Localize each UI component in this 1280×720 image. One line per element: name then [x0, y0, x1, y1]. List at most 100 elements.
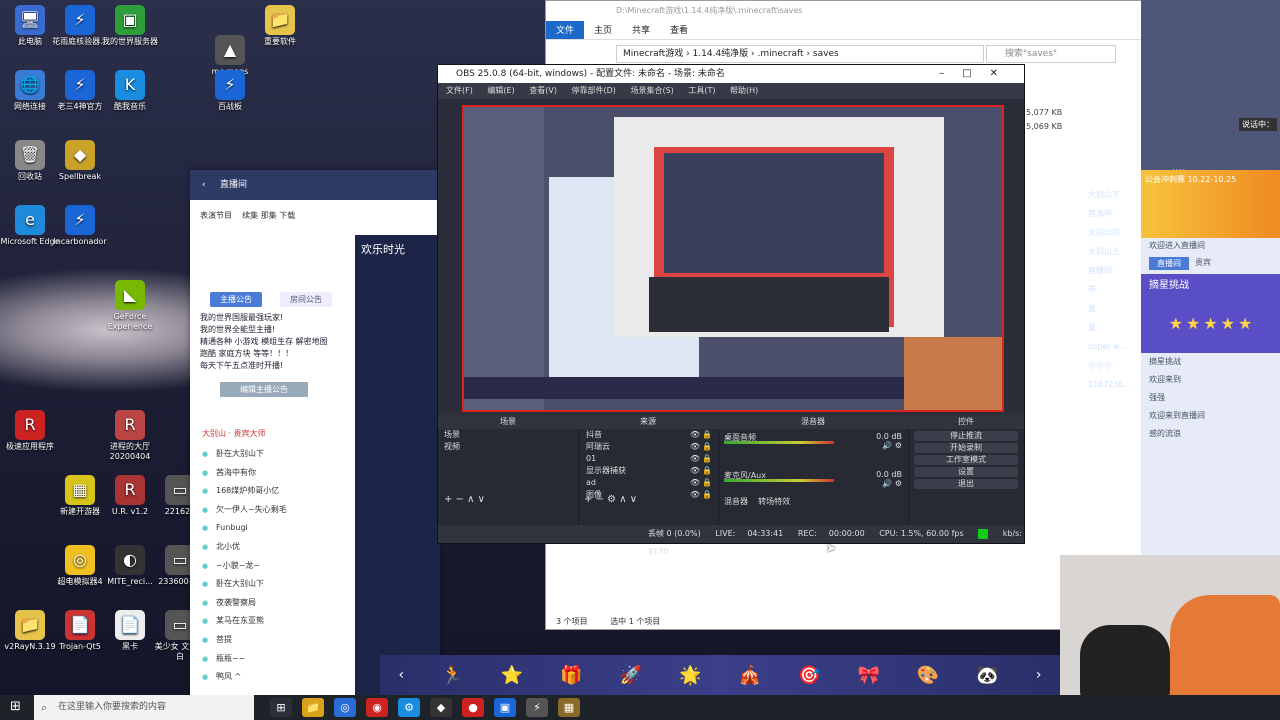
- stop-stream-button[interactable]: 停止推流: [914, 431, 1018, 441]
- menu-tools[interactable]: 工具(T): [688, 86, 715, 95]
- list-item[interactable]: Funbugi: [202, 519, 352, 538]
- game-item-icon[interactable]: 🏃: [441, 665, 463, 686]
- list-item[interactable]: 菩提: [202, 631, 352, 650]
- eye-icon[interactable]: 👁: [690, 429, 700, 441]
- game-item-icon[interactable]: 🎨: [917, 665, 939, 686]
- source-toolbar[interactable]: + − ⚙ ∧ ∨: [584, 494, 637, 505]
- lock-icon[interactable]: 🔒: [702, 477, 712, 489]
- desktop-icon[interactable]: ▣ 我的世界服务器: [100, 5, 160, 47]
- eye-icon[interactable]: 👁: [690, 465, 700, 477]
- source-item[interactable]: 抖音 👁 🔒: [578, 429, 718, 441]
- tab-mixer[interactable]: 混音器: [724, 497, 748, 506]
- scene-item[interactable]: 场景: [438, 429, 578, 441]
- list-item[interactable]: 鸭风 ^: [202, 668, 352, 687]
- list-item[interactable]: 卧在大别山下: [202, 445, 352, 464]
- address-bar[interactable]: Minecraft游戏 › 1.14.4纯净版 › .minecraft › s…: [616, 45, 984, 63]
- game-item-icon[interactable]: 🚀: [620, 665, 642, 686]
- list-item[interactable]: 卧在大别山下: [202, 575, 352, 594]
- game-item-icon[interactable]: 🐼: [976, 665, 998, 686]
- list-item[interactable]: 茜海中有你: [202, 464, 352, 483]
- tab-file[interactable]: 文件: [546, 21, 585, 39]
- lock-icon[interactable]: 🔒: [702, 453, 712, 465]
- tab-live-room[interactable]: 直播间: [1149, 257, 1189, 270]
- breadcrumb-2[interactable]: 1.14.4纯净版: [693, 49, 749, 59]
- lock-icon[interactable]: 🔒: [702, 489, 712, 501]
- taskbar-app-icon[interactable]: ●: [462, 698, 484, 717]
- chevron-left-icon[interactable]: ‹: [399, 667, 405, 683]
- eye-icon[interactable]: 👁: [690, 441, 700, 453]
- lock-icon[interactable]: 🔒: [702, 441, 712, 453]
- chevron-right-icon[interactable]: ›: [1036, 667, 1042, 683]
- source-item[interactable]: ad 👁 🔒: [578, 477, 718, 489]
- list-item[interactable]: 北小优: [202, 538, 352, 557]
- lock-icon[interactable]: 🔒: [702, 465, 712, 477]
- lock-icon[interactable]: 🔒: [702, 429, 712, 441]
- taskbar-app-icon[interactable]: ▣: [494, 698, 516, 717]
- game-item-icon[interactable]: 🎁: [560, 665, 582, 686]
- tab-download[interactable]: 续集 那集 下载: [242, 211, 295, 220]
- taskbar-search[interactable]: ⌕ 在这里输入你要搜索的内容: [34, 695, 254, 720]
- desktop-icon[interactable]: ⚡ Incarbonador: [50, 205, 110, 247]
- menu-help[interactable]: 帮助(H): [730, 86, 758, 95]
- scene-toolbar[interactable]: + − ∧ ∨: [444, 494, 485, 505]
- desktop-icon[interactable]: R 进程的大厅 20200404: [100, 410, 160, 462]
- tab-show[interactable]: 表演节目: [200, 211, 232, 220]
- breadcrumb-1[interactable]: Minecraft游戏: [623, 49, 683, 59]
- game-item-icon[interactable]: ⭐: [501, 665, 523, 686]
- obs-window[interactable]: OBS 25.0.8 (64-bit, windows) - 配置文件: 未命名…: [437, 64, 1025, 556]
- taskbar-app-icon[interactable]: ⊞: [270, 698, 292, 717]
- tab-vip[interactable]: 贵宾: [1195, 257, 1211, 270]
- menu-scene-collection[interactable]: 场景集合(S): [630, 86, 673, 95]
- eye-icon[interactable]: 👁: [690, 453, 700, 465]
- desktop-icon[interactable]: ◣ GeForce Experience: [100, 280, 160, 332]
- live-chat-window[interactable]: ‹ 直播间 表演节目 续集 那集 下载 主播公告 房间公告 我的世界国服最强玩家…: [190, 170, 440, 695]
- taskbar-app-icon[interactable]: ⚙: [398, 698, 420, 717]
- taskbar-app-icon[interactable]: ⚡: [526, 698, 548, 717]
- desktop-icon[interactable]: ◆ Spellbreak: [50, 140, 110, 182]
- game-item-icon[interactable]: 🎀: [857, 665, 879, 686]
- start-recording-button[interactable]: 开始录制: [914, 443, 1018, 453]
- exit-button[interactable]: 退出: [914, 479, 1018, 489]
- gear-icon[interactable]: 🔊 ⚙: [882, 441, 902, 450]
- game-item-icon[interactable]: 🎯: [798, 665, 820, 686]
- scene-item[interactable]: 视频: [438, 441, 578, 453]
- taskbar-app-icon[interactable]: 📁: [302, 698, 324, 717]
- search-field[interactable]: 搜索"saves": [986, 45, 1116, 63]
- list-item[interactable]: 168煤炉帅哥小亿: [202, 482, 352, 501]
- eye-icon[interactable]: 👁: [690, 477, 700, 489]
- menu-edit[interactable]: 编辑(E): [487, 86, 514, 95]
- eye-icon[interactable]: 👁: [690, 489, 700, 501]
- taskbar-app-icon[interactable]: ◆: [430, 698, 452, 717]
- menu-view[interactable]: 查看(V): [529, 86, 557, 95]
- breadcrumb-3[interactable]: .minecraft: [758, 49, 804, 59]
- game-item-icon[interactable]: 🎪: [739, 665, 761, 686]
- menu-docks[interactable]: 停靠部件(D): [572, 86, 616, 95]
- desktop-icon[interactable]: K 酷我音乐: [100, 70, 160, 112]
- back-icon[interactable]: ‹: [202, 170, 206, 200]
- window-controls[interactable]: –□✕: [939, 65, 1016, 83]
- tab-home[interactable]: 主页: [584, 21, 622, 39]
- source-item[interactable]: 01 👁 🔒: [578, 453, 718, 465]
- studio-mode-button[interactable]: 工作室模式: [914, 455, 1018, 465]
- desktop-icon[interactable]: R 极速应用程序: [0, 410, 60, 452]
- tab-anchor-notice[interactable]: 主播公告: [210, 292, 262, 307]
- desktop-icon[interactable]: 📁 重要软件: [250, 5, 310, 47]
- list-item[interactable]: 欠一伊人~失心剩毛: [202, 501, 352, 520]
- list-item[interactable]: 瓶瓶~~: [202, 650, 352, 669]
- settings-button[interactable]: 设置: [914, 467, 1018, 477]
- menu-file[interactable]: 文件(F): [446, 86, 473, 95]
- desktop-icon[interactable]: ⚡ 百战板: [200, 70, 260, 112]
- list-item[interactable]: 某马在东亚熊: [202, 612, 352, 631]
- taskbar-app-icon[interactable]: ◎: [334, 698, 356, 717]
- breadcrumb-4[interactable]: saves: [813, 49, 839, 59]
- taskbar-app-icon[interactable]: ▦: [558, 698, 580, 717]
- tab-view[interactable]: 查看: [660, 21, 698, 39]
- windows-start-icon[interactable]: ⊞: [10, 700, 24, 714]
- game-item-icon[interactable]: 🌟: [679, 665, 701, 686]
- source-item[interactable]: 阿瑞云 👁 🔒: [578, 441, 718, 453]
- tab-transitions[interactable]: 转场特效: [758, 497, 790, 506]
- list-item[interactable]: 夜袭警察局: [202, 594, 352, 613]
- gear-icon[interactable]: 🔊 ⚙: [882, 479, 902, 488]
- tab-share[interactable]: 共享: [622, 21, 660, 39]
- taskbar-app-icon[interactable]: ◉: [366, 698, 388, 717]
